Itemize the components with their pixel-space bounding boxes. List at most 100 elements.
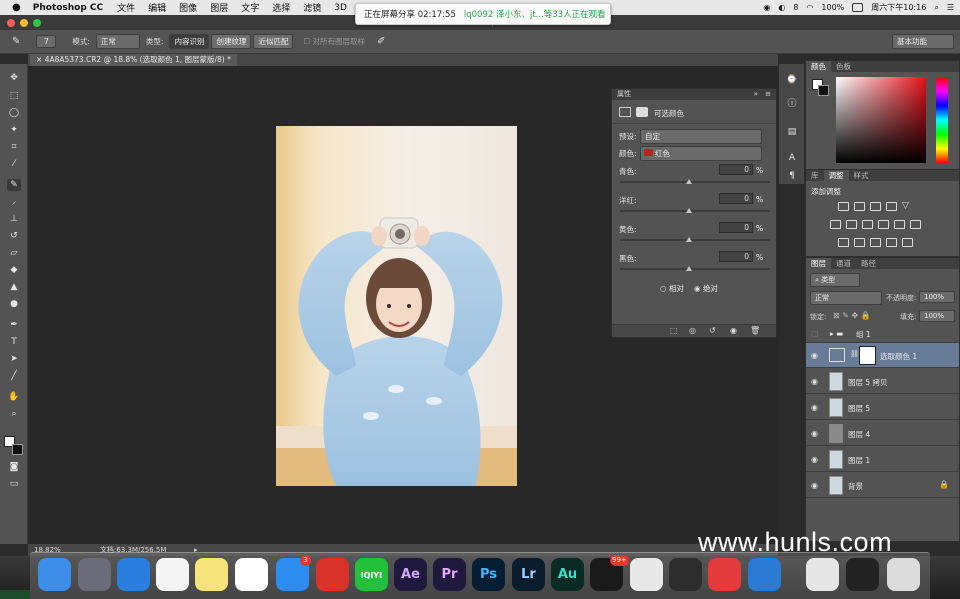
invert-icon[interactable] <box>838 238 849 247</box>
hue-slider[interactable] <box>936 77 948 163</box>
menu-file[interactable]: 文件 <box>117 1 135 14</box>
reminders-icon[interactable] <box>156 558 189 591</box>
safari-icon[interactable] <box>117 558 150 591</box>
color-picker-field[interactable] <box>836 77 926 163</box>
layer-row-group[interactable]: ▢ ▸ ▬ 组 1 <box>806 325 959 343</box>
properties-tab[interactable]: 属性 » ≡ <box>612 89 776 100</box>
opacity-input[interactable]: 100% <box>919 291 955 303</box>
tab-adjustments[interactable]: 调整 <box>823 170 849 181</box>
relative-radio[interactable]: ○ 相对 <box>660 283 684 294</box>
hue-saturation-icon[interactable] <box>830 220 841 229</box>
eye-icon[interactable]: ◉ <box>811 429 818 438</box>
background-color-swatch[interactable] <box>12 444 23 455</box>
lock-icons[interactable]: ⊠ ✎ ✥ 🔒 <box>833 311 871 320</box>
screen-mode-icon[interactable]: ▭ <box>7 478 21 490</box>
info-icon[interactable]: ⓘ <box>785 98 799 110</box>
menu-type[interactable]: 文字 <box>241 1 259 14</box>
blend-mode-select[interactable]: 正常 <box>810 291 882 305</box>
vibrance-icon[interactable]: ▽ <box>902 202 913 211</box>
curves-icon[interactable] <box>870 202 881 211</box>
app-menu[interactable]: Photoshop CC <box>33 3 103 13</box>
yellow-slider[interactable] <box>620 239 770 241</box>
visibility-toggle-icon[interactable]: ▢ <box>811 329 819 338</box>
close-tab-icon[interactable]: × <box>36 55 42 64</box>
close-window-icon[interactable] <box>7 19 15 27</box>
cyan-input[interactable]: 0 <box>719 164 753 175</box>
menu-layer[interactable]: 图层 <box>210 1 228 14</box>
menu-select[interactable]: 选择 <box>272 1 290 14</box>
line-tool-icon[interactable]: ╱ <box>7 370 21 382</box>
absolute-radio[interactable]: ◉ 绝对 <box>694 283 718 294</box>
launchpad-icon[interactable] <box>78 558 111 591</box>
sample-all-checkbox[interactable]: ☐ 对所有图层取样 <box>303 36 365 47</box>
netease-music-icon[interactable] <box>316 558 349 591</box>
aftereffects-icon[interactable]: Ae <box>394 558 427 591</box>
tab-color[interactable]: 颜色 <box>806 61 831 72</box>
levels-icon[interactable] <box>854 202 865 211</box>
layer-row[interactable]: ◉ 图层 5 <box>806 395 959 420</box>
tab-channels[interactable]: 通道 <box>831 258 856 269</box>
panel-menu-icon[interactable]: ≡ <box>765 89 771 100</box>
eyedropper-tool-icon[interactable]: ⁄ <box>7 158 21 170</box>
move-tool-icon[interactable]: ✥ <box>7 72 21 84</box>
audition-icon[interactable]: Au <box>551 558 584 591</box>
brush-tool-icon[interactable]: ⸝ <box>7 196 21 208</box>
paint-bucket-tool-icon[interactable]: ◆ <box>7 264 21 276</box>
tab-styles[interactable]: 样式 <box>849 170 874 181</box>
eye-icon[interactable]: ◉ <box>811 403 818 412</box>
color-balance-icon[interactable] <box>846 220 857 229</box>
menu-image[interactable]: 图像 <box>179 1 197 14</box>
character-icon[interactable]: A <box>785 152 799 164</box>
document-photo[interactable] <box>276 126 517 486</box>
gradient-map-icon[interactable] <box>902 238 913 247</box>
wifi-icon[interactable]: ◠ <box>806 3 813 12</box>
layer-mask-icon[interactable] <box>636 107 648 117</box>
qq-pet-icon[interactable] <box>708 558 741 591</box>
pen-tool-icon[interactable]: ✒ <box>7 319 21 331</box>
layer-row[interactable]: ◉ 图层 5 拷贝 <box>806 369 959 394</box>
tab-libraries[interactable]: 库 <box>806 170 824 181</box>
history-brush-tool-icon[interactable]: ↺ <box>7 230 21 242</box>
brightness-icon[interactable] <box>838 202 849 211</box>
view-previous-icon[interactable]: ◎ <box>689 326 696 335</box>
quick-select-tool-icon[interactable]: ✦ <box>7 124 21 136</box>
type-tool-icon[interactable]: T <box>7 336 21 348</box>
layer-row[interactable]: ◉ 图层 1 <box>806 447 959 472</box>
color-select[interactable]: 红色 <box>640 146 762 161</box>
black-input[interactable]: 0 <box>719 251 753 262</box>
healing-brush-icon[interactable]: ✎ <box>12 36 20 47</box>
itunes-icon[interactable] <box>806 558 839 591</box>
bg-color-swatch[interactable] <box>818 85 829 96</box>
yellow-input[interactable]: 0 <box>719 222 753 233</box>
layer-row[interactable]: ◉ 图层 4 <box>806 421 959 446</box>
layer-mask-thumb[interactable] <box>859 346 876 365</box>
lasso-tool-icon[interactable]: ◯ <box>7 107 21 119</box>
create-texture-button[interactable]: 创建纹理 <box>211 34 252 49</box>
cyan-slider[interactable] <box>620 181 770 183</box>
zoom-tool-icon[interactable]: ⌕ <box>7 408 21 420</box>
document-tab[interactable]: × 4A8A5373.CR2 @ 18.8% (选取颜色 1, 图层蒙版/8) … <box>30 54 237 66</box>
camera-icon[interactable] <box>669 558 702 591</box>
brush-size-picker[interactable]: 7 <box>36 35 57 48</box>
ai-badge[interactable]: 8 <box>793 3 798 12</box>
link-icon[interactable]: ⛓ <box>850 350 859 358</box>
exposure-icon[interactable] <box>886 202 897 211</box>
clock[interactable]: 周六下午10:16 <box>871 2 926 13</box>
search-icon[interactable]: ⌕ <box>934 3 938 13</box>
healing-brush-tool-icon[interactable]: ✎ <box>7 179 21 191</box>
black-slider[interactable] <box>620 268 770 270</box>
premiere-icon[interactable]: Pr <box>433 558 466 591</box>
eraser-tool-icon[interactable]: ▱ <box>7 247 21 259</box>
tab-paths[interactable]: 路径 <box>856 258 881 269</box>
layer-row-selective-color[interactable]: ◉ ⛓ 选取颜色 1 <box>806 343 959 368</box>
lightroom-icon[interactable]: Lr <box>512 558 545 591</box>
pressure-icon[interactable]: ✐ <box>377 36 385 47</box>
tab-swatches[interactable]: 色板 <box>831 61 856 72</box>
layer-filter-select[interactable]: ⌕ 类型 <box>810 273 860 287</box>
reset-icon[interactable]: ↺ <box>709 326 716 335</box>
dodge-tool-icon[interactable]: ● <box>7 298 21 310</box>
blur-tool-icon[interactable]: ▲ <box>7 281 21 293</box>
mode-select[interactable]: 正常 <box>95 34 140 49</box>
eye-icon[interactable]: ◉ <box>811 455 818 464</box>
menu-filter[interactable]: 滤镜 <box>303 1 321 14</box>
